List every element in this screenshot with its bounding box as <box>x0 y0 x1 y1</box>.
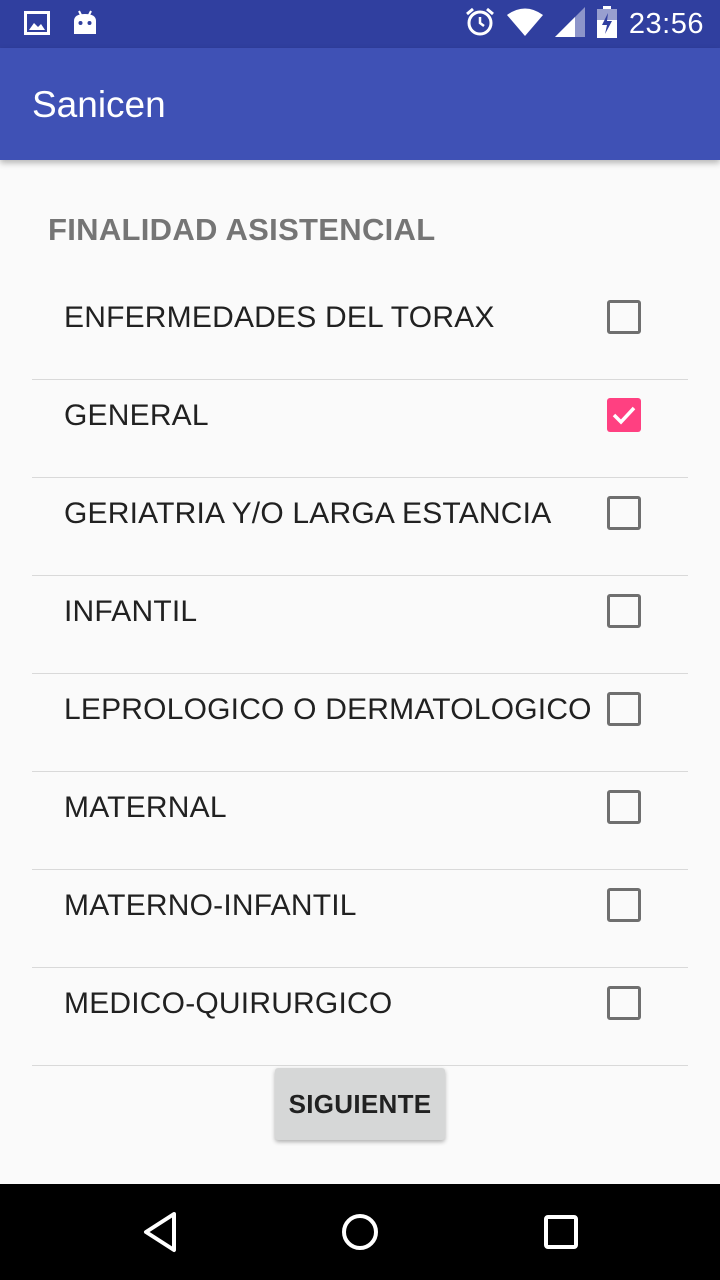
checkbox[interactable] <box>607 790 641 824</box>
list-item[interactable]: MATERNAL <box>32 772 688 870</box>
back-icon[interactable] <box>140 1208 180 1261</box>
android-icon <box>72 10 98 41</box>
list-item[interactable]: GENERAL <box>32 380 688 478</box>
checkbox[interactable] <box>607 692 641 726</box>
list-item[interactable]: GERIATRIA Y/O LARGA ESTANCIA <box>32 478 688 576</box>
clock: 23:56 <box>628 7 704 40</box>
list-item[interactable]: ENFERMEDADES DEL TORAX <box>32 282 688 380</box>
next-button[interactable]: SIGUIENTE <box>275 1068 445 1140</box>
list-item-label: MEDICO-QUIRURGICO <box>64 987 393 1020</box>
navigation-bar <box>0 1184 720 1280</box>
home-icon[interactable] <box>340 1208 380 1261</box>
alarm-icon <box>465 7 495 42</box>
checkbox[interactable] <box>607 888 641 922</box>
content: FINALIDAD ASISTENCIAL ENFERMEDADES DEL T… <box>0 160 720 1184</box>
list-item[interactable]: INFANTIL <box>32 576 688 674</box>
list-item-label: ENFERMEDADES DEL TORAX <box>64 301 495 334</box>
app-title: Sanicen <box>32 84 166 125</box>
list-item-label: GERIATRIA Y/O LARGA ESTANCIA <box>64 497 552 530</box>
list-item-label: INFANTIL <box>64 595 198 628</box>
list-item-label: LEPROLOGICO O DERMATOLOGICO <box>64 693 592 726</box>
wifi-icon <box>506 8 543 41</box>
list-item[interactable]: MATERNO-INFANTIL <box>32 870 688 968</box>
status-bar: 23:56 <box>0 0 720 48</box>
list-item-label: GENERAL <box>64 399 209 432</box>
checkbox[interactable] <box>607 398 641 432</box>
checkbox-list: ENFERMEDADES DEL TORAX GENERAL GERIATRIA Y… <box>32 282 688 1066</box>
checkbox[interactable] <box>607 496 641 530</box>
list-item[interactable]: LEPROLOGICO O DERMATOLOGICO <box>32 674 688 772</box>
signal-icon <box>554 6 585 42</box>
list-item-label: MATERNAL <box>64 791 227 824</box>
app-bar: Sanicen <box>0 48 720 160</box>
checkbox[interactable] <box>607 300 641 334</box>
check-icon <box>612 406 636 425</box>
list-item[interactable]: MEDICO-QUIRURGICO <box>32 968 688 1066</box>
list-item-label: MATERNO-INFANTIL <box>64 889 357 922</box>
checkbox[interactable] <box>607 986 641 1020</box>
section-title: FINALIDAD ASISTENCIAL <box>48 212 436 247</box>
image-icon <box>24 11 50 40</box>
battery-charging-icon <box>596 5 617 43</box>
checkbox[interactable] <box>607 594 641 628</box>
recents-icon[interactable] <box>542 1208 582 1261</box>
